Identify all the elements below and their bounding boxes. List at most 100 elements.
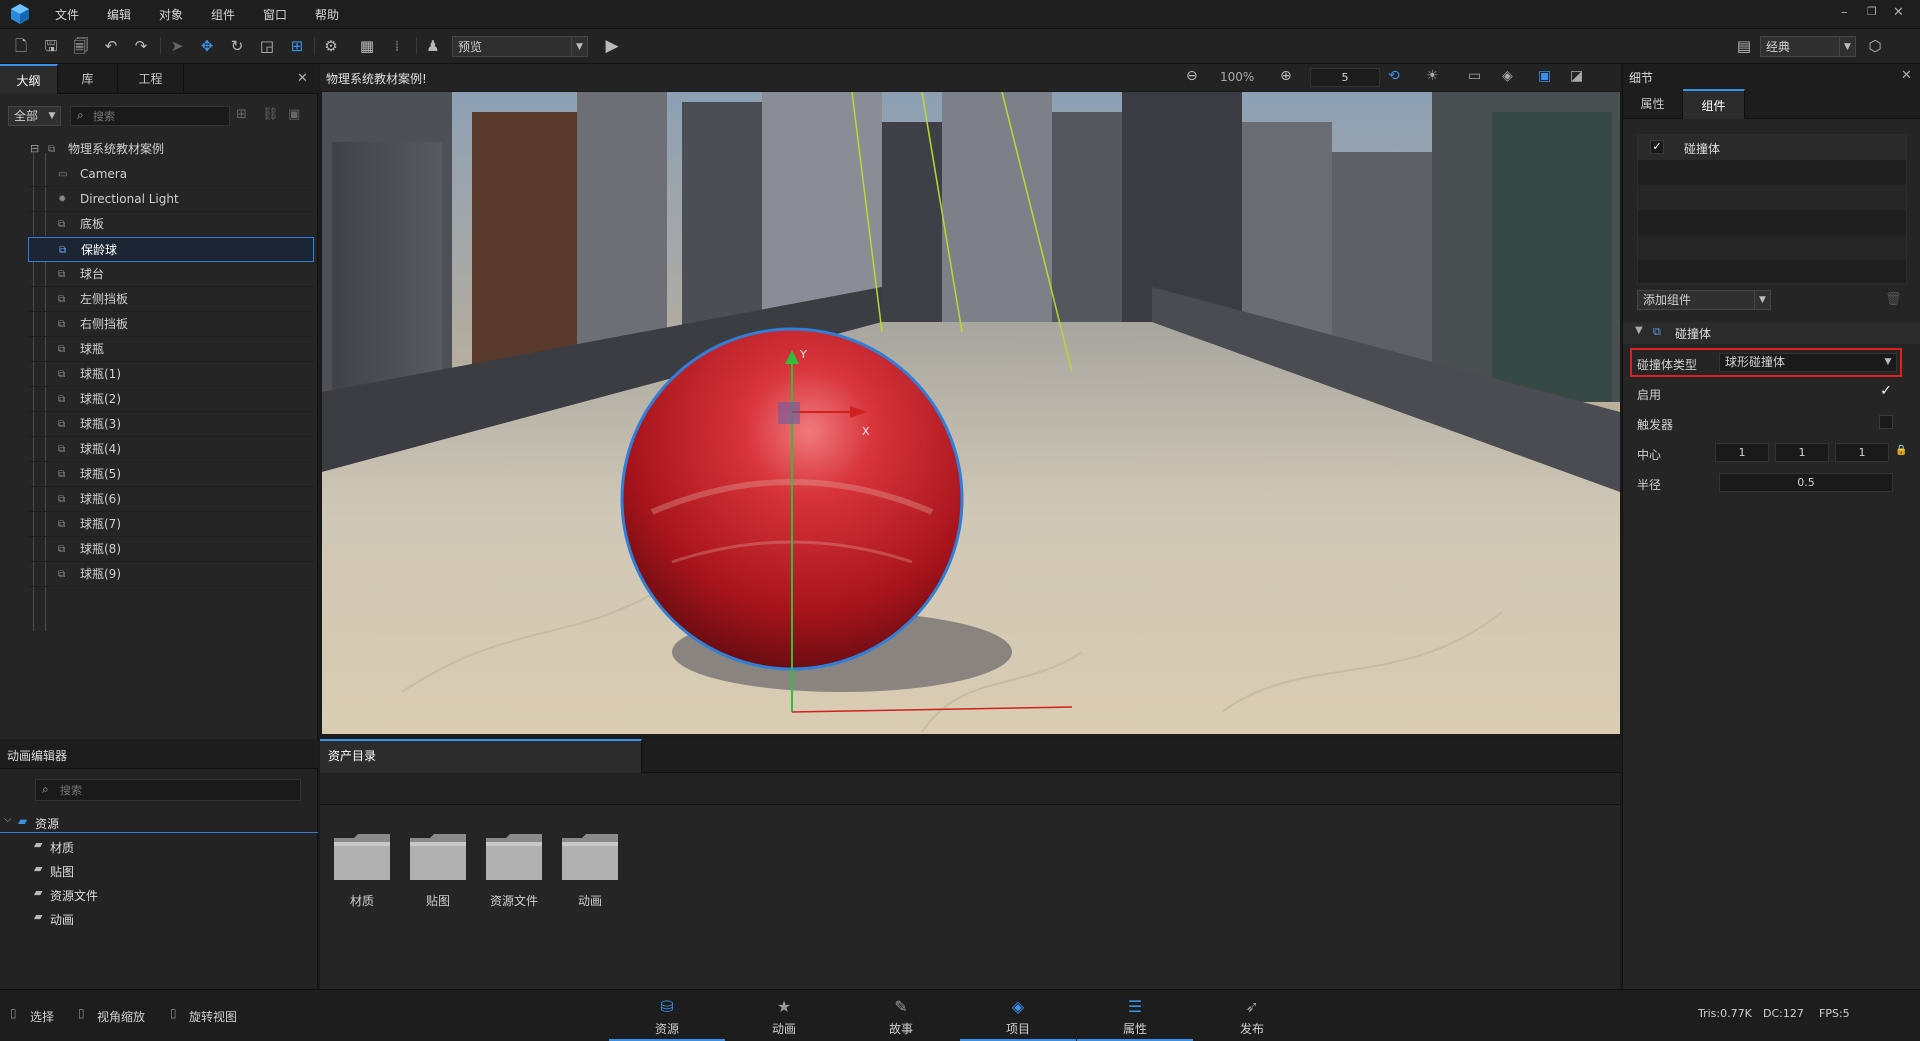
component-list-item[interactable]: ✓ 碰撞体 bbox=[1638, 135, 1906, 160]
tab-outline[interactable]: 大纲 bbox=[0, 64, 58, 94]
bottom-tab-publish[interactable]: ➶ 发布 bbox=[1194, 990, 1310, 1041]
redo-icon[interactable]: ↷ bbox=[130, 35, 152, 57]
new-file-icon[interactable]: 🗋 bbox=[10, 35, 32, 57]
transform-space-icon[interactable]: ⊞ bbox=[286, 35, 308, 57]
enabled-checkbox[interactable]: ✓ bbox=[1879, 384, 1893, 399]
collider-section-header[interactable]: ▼ ⧉ 碰撞体 bbox=[1623, 322, 1920, 344]
camera-view-icon[interactable]: ▭ bbox=[1468, 68, 1481, 84]
lock-icon[interactable]: 🔒 bbox=[1895, 445, 1907, 456]
save-all-icon[interactable]: 🗐 bbox=[70, 35, 92, 57]
settings-hex-icon[interactable]: ⬡ bbox=[1864, 35, 1886, 57]
tree-item[interactable]: ⧉ 球瓶 bbox=[28, 337, 314, 362]
add-component-dropdown[interactable]: 添加组件 ▼ bbox=[1637, 290, 1771, 310]
collapse-icon[interactable]: ▣ bbox=[288, 107, 300, 122]
play-icon[interactable]: ▶ bbox=[601, 35, 623, 57]
assets-child-row[interactable]: ▰ 贴图 bbox=[0, 859, 318, 881]
outline-search-box[interactable]: ⌕ bbox=[70, 106, 230, 126]
layout-icon[interactable]: ▤ bbox=[1733, 35, 1755, 57]
tree-item[interactable]: ⧉ 球瓶(8) bbox=[28, 537, 314, 562]
filter-dropdown[interactable]: 全部 ▼ bbox=[8, 106, 61, 126]
select-tool-icon[interactable]: ➤ bbox=[166, 35, 188, 57]
save-icon[interactable]: 🖫 bbox=[40, 35, 62, 57]
bottom-tab-assets[interactable]: ⛁ 资源 bbox=[609, 990, 725, 1041]
tab-properties[interactable]: 属性 bbox=[1623, 89, 1683, 119]
assets-root-row[interactable]: ⌵ ▰ 资源 bbox=[0, 811, 318, 833]
tab-components[interactable]: 组件 bbox=[1683, 89, 1745, 119]
tree-item[interactable]: ⧉ 右侧挡板 bbox=[28, 312, 314, 337]
tree-item[interactable]: ⧉ 球台 bbox=[28, 262, 314, 287]
stats-icon[interactable]: ◪ bbox=[1570, 68, 1583, 84]
tree-item[interactable]: ⧉ 球瓶(4) bbox=[28, 437, 314, 462]
tree-item[interactable]: ⧉ 球瓶(9) bbox=[28, 562, 314, 587]
close-window-icon[interactable]: ✕ bbox=[1893, 5, 1904, 20]
grid-dots-icon[interactable]: ⁞ bbox=[386, 35, 408, 57]
assets-child-row[interactable]: ▰ 动画 bbox=[0, 907, 318, 929]
component-enabled-checkbox[interactable]: ✓ bbox=[1650, 140, 1664, 154]
bottom-tab-project[interactable]: ◈ 项目 bbox=[960, 990, 1076, 1041]
cube-icon[interactable]: ◈ bbox=[1502, 68, 1513, 84]
camera-speed-input[interactable]: 5 bbox=[1310, 68, 1380, 87]
tree-item[interactable]: ⧉ 球瓶(3) bbox=[28, 412, 314, 437]
center-x-input[interactable]: 1 bbox=[1715, 443, 1769, 462]
tab-library[interactable]: 库 bbox=[58, 64, 118, 94]
preview-dropdown[interactable]: 预览 ▼ bbox=[452, 36, 588, 57]
anim-search-input[interactable] bbox=[60, 782, 290, 798]
center-z-input[interactable]: 1 bbox=[1835, 443, 1889, 462]
scene-viewport[interactable]: Y X bbox=[322, 92, 1620, 734]
expand-arrow-icon[interactable]: ⌵ bbox=[4, 814, 12, 825]
bottom-tab-properties[interactable]: ☰ 属性 bbox=[1077, 990, 1193, 1041]
sun-icon[interactable]: ☀ bbox=[1426, 68, 1439, 84]
center-y-input[interactable]: 1 bbox=[1775, 443, 1829, 462]
close-panel-icon[interactable]: ✕ bbox=[1901, 68, 1912, 83]
scale-tool-icon[interactable]: ◲ bbox=[256, 35, 278, 57]
undo-icon[interactable]: ↶ bbox=[100, 35, 122, 57]
restore-icon[interactable]: ❐ bbox=[1867, 5, 1877, 18]
tree-item[interactable]: ⧉ 左侧挡板 bbox=[28, 287, 314, 312]
assets-child-row[interactable]: ▰ 材质 bbox=[0, 835, 318, 857]
menu-component[interactable]: 组件 bbox=[211, 6, 235, 23]
tree-item[interactable]: ⧉ 球瓶(5) bbox=[28, 462, 314, 487]
folder-material-icon[interactable] bbox=[332, 830, 392, 882]
link-icon[interactable]: ⛓ bbox=[262, 107, 279, 122]
close-panel-icon[interactable]: ✕ bbox=[297, 71, 308, 86]
collapse-toggle-icon[interactable]: ⊟ bbox=[30, 136, 39, 161]
menu-window[interactable]: 窗口 bbox=[263, 6, 287, 23]
tree-item-selected[interactable]: ⧉ 保龄球 bbox=[28, 237, 314, 262]
assets-child-row[interactable]: ▰ 资源文件 bbox=[0, 883, 318, 905]
layer-icon[interactable]: ▣ bbox=[1538, 68, 1551, 84]
trash-icon[interactable]: 🗑 bbox=[1885, 292, 1902, 307]
folder-texture-icon[interactable] bbox=[408, 830, 468, 882]
bottom-tab-story[interactable]: ✎ 故事 bbox=[843, 990, 959, 1041]
tree-item[interactable]: ⧉ 球瓶(1) bbox=[28, 362, 314, 387]
menu-edit[interactable]: 编辑 bbox=[107, 6, 131, 23]
tree-item-camera[interactable]: ▭ Camera bbox=[28, 162, 314, 187]
collapse-arrow-icon[interactable]: ▼ bbox=[1635, 325, 1643, 336]
preview-character-icon[interactable]: ♟ bbox=[422, 35, 444, 57]
bottom-tab-animation[interactable]: ★ 动画 bbox=[726, 990, 842, 1041]
zoom-out-icon[interactable]: ⊖ bbox=[1186, 68, 1198, 84]
grid-icon[interactable]: ▦ bbox=[356, 35, 378, 57]
layout-dropdown[interactable]: 经典 ▼ bbox=[1760, 36, 1856, 57]
radius-input[interactable]: 0.5 bbox=[1719, 473, 1893, 492]
tab-asset-directory[interactable]: 资产目录 bbox=[320, 739, 642, 773]
tree-item[interactable]: ⧉ 球瓶(6) bbox=[28, 487, 314, 512]
tree-item-light[interactable]: ✹ Directional Light bbox=[28, 187, 314, 212]
tree-item[interactable]: ⧉ 底板 bbox=[28, 212, 314, 237]
menu-help[interactable]: 帮助 bbox=[315, 6, 339, 23]
anim-search-box[interactable]: ⌕ bbox=[35, 779, 301, 801]
rotate-tool-icon[interactable]: ↻ bbox=[226, 35, 248, 57]
minimize-icon[interactable]: – bbox=[1841, 5, 1848, 20]
folder-resource-icon[interactable] bbox=[484, 830, 544, 882]
move-tool-icon[interactable]: ✥ bbox=[196, 35, 218, 57]
gizmo-toggle-icon[interactable]: ⟲ bbox=[1388, 68, 1400, 84]
filter-icon[interactable]: ⊞ bbox=[236, 107, 247, 122]
tree-root[interactable]: ⊟ ⧉ 物理系统教材案例 bbox=[28, 137, 314, 162]
menu-file[interactable]: 文件 bbox=[55, 6, 79, 23]
tree-item[interactable]: ⧉ 球瓶(7) bbox=[28, 512, 314, 537]
menu-object[interactable]: 对象 bbox=[159, 6, 183, 23]
collider-type-dropdown[interactable]: 球形碰撞体 ▼ bbox=[1719, 353, 1897, 372]
snap-icon[interactable]: ⚙ bbox=[320, 35, 342, 57]
tab-project[interactable]: 工程 bbox=[118, 64, 184, 94]
outline-search-input[interactable] bbox=[93, 108, 225, 124]
trigger-checkbox[interactable] bbox=[1879, 415, 1893, 429]
